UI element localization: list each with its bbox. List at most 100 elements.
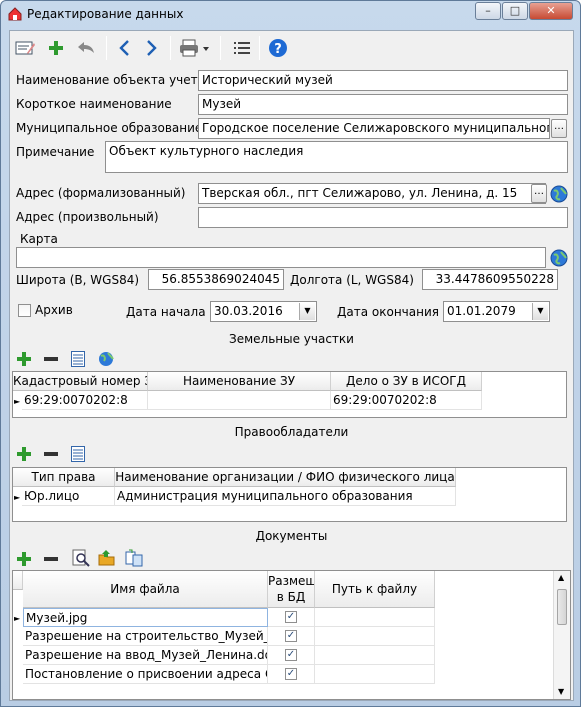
back-icon[interactable] xyxy=(113,37,135,59)
table-cell[interactable]: Разрешение на строительство_Музей_Лен xyxy=(23,627,268,646)
address-free-field[interactable] xyxy=(198,207,568,228)
table-cell[interactable]: Музей.jpg xyxy=(23,608,268,627)
window-title: Редактирование данных xyxy=(27,7,184,21)
row-pointer-icon: ► xyxy=(14,614,21,623)
address-label: Адрес (формализованный) xyxy=(16,186,186,200)
owners-section-title: Правообладатели xyxy=(234,425,349,439)
short-name-field[interactable]: Музей xyxy=(198,94,568,115)
list-icon[interactable] xyxy=(231,37,253,59)
documents-header-path[interactable]: Путь к файлу xyxy=(315,571,435,608)
municipal-label: Муниципальное образование xyxy=(16,121,203,135)
end-date-value: 01.01.2079 xyxy=(447,304,516,318)
table-cell[interactable]: 69:29:0070202:8 xyxy=(331,391,482,410)
archive-label: Архив xyxy=(35,303,73,317)
table-icon[interactable] xyxy=(70,351,86,367)
land-section-title: Земельные участки xyxy=(229,332,354,346)
address-free-label: Адрес (произвольный) xyxy=(16,210,159,224)
globe-icon[interactable] xyxy=(550,185,568,203)
open-folder-icon[interactable] xyxy=(98,549,116,567)
land-header-case[interactable]: Дело о ЗУ в ИСОГД xyxy=(331,372,482,391)
undo-icon[interactable] xyxy=(75,37,97,59)
longitude-field[interactable]: 33.4478609550228 xyxy=(422,269,558,290)
add-icon[interactable] xyxy=(16,446,32,462)
map-globe-icon[interactable] xyxy=(550,249,568,267)
print-icon[interactable] xyxy=(178,37,212,59)
note-label: Примечание xyxy=(16,145,95,159)
map-field[interactable] xyxy=(16,247,546,268)
scroll-up-icon[interactable]: ▲ xyxy=(558,573,564,582)
address-field[interactable]: Тверская обл., пгт Селижарово, ул. Ленин… xyxy=(198,183,546,204)
start-date-value: 30.03.2016 xyxy=(214,304,283,318)
short-name-label: Короткое наименование xyxy=(16,97,172,111)
table-icon[interactable] xyxy=(70,446,86,462)
longitude-label: Долгота (L, WGS84) xyxy=(290,273,414,287)
map-label: Карта xyxy=(20,232,58,246)
start-date-picker[interactable]: 30.03.2016 ▼ xyxy=(210,301,317,322)
row-pointer-icon: ► xyxy=(14,493,21,502)
owners-header-name[interactable]: Наименование организации / ФИО физическо… xyxy=(115,468,456,487)
end-date-picker[interactable]: 01.01.2079 ▼ xyxy=(443,301,550,322)
documents-header-in-db[interactable]: Размещен в БД xyxy=(268,571,315,608)
forward-icon[interactable] xyxy=(141,37,163,59)
preview-icon[interactable] xyxy=(72,549,90,567)
table-cell[interactable] xyxy=(315,646,435,665)
table-cell[interactable]: Администрация муниципального образования xyxy=(115,487,456,506)
table-cell[interactable] xyxy=(148,391,331,410)
help-icon[interactable]: ? xyxy=(267,37,289,59)
remove-icon[interactable] xyxy=(43,351,59,367)
table-cell[interactable] xyxy=(315,665,435,684)
documents-section-title: Документы xyxy=(255,529,328,543)
table-cell[interactable]: Юр.лицо xyxy=(22,487,115,506)
land-header-name[interactable]: Наименование ЗУ xyxy=(148,372,331,391)
table-cell[interactable]: Постановление о присвоении адреса ОКС xyxy=(23,665,268,684)
client-area: ? Наименование объекта учета Исторически… xyxy=(9,30,574,701)
scroll-down-icon[interactable]: ▼ xyxy=(558,687,564,696)
minimize-button[interactable]: – xyxy=(475,2,501,20)
documents-table: Имя файла Размещен в БД Путь к файлу ► М… xyxy=(12,570,571,700)
in-db-checkbox[interactable]: ✓ xyxy=(285,611,297,623)
table-cell[interactable] xyxy=(315,627,435,646)
chevron-down-icon[interactable]: ▼ xyxy=(532,303,548,320)
add-icon[interactable] xyxy=(16,551,32,567)
name-label: Наименование объекта учета xyxy=(16,73,205,87)
vertical-scrollbar[interactable]: ▲ ▼ xyxy=(553,571,570,699)
scrollbar-thumb[interactable] xyxy=(557,589,567,625)
add-icon[interactable] xyxy=(45,37,67,59)
documents-header-filename[interactable]: Имя файла xyxy=(23,571,268,608)
svg-text:?: ? xyxy=(274,42,282,57)
row-pointer-icon: ► xyxy=(14,397,21,406)
in-db-checkbox[interactable]: ✓ xyxy=(285,649,297,661)
latitude-label: Широта (B, WGS84) xyxy=(16,273,140,287)
table-cell[interactable]: Разрешение на ввод_Музей_Ленина.docx xyxy=(23,646,268,665)
land-header-cadastral[interactable]: Кадастровый номер ЗУ xyxy=(13,372,148,391)
app-icon xyxy=(7,6,23,22)
start-date-label: Дата начала xyxy=(126,305,206,319)
window: Редактирование данных – □ ✕ ? Наименован… xyxy=(0,0,581,707)
remove-icon[interactable] xyxy=(43,446,59,462)
remove-icon[interactable] xyxy=(43,551,59,567)
table-cell[interactable] xyxy=(315,608,435,627)
export-icon[interactable] xyxy=(125,549,143,567)
table-cell[interactable]: 69:29:0070202:8 xyxy=(22,391,148,410)
edit-icon[interactable] xyxy=(14,37,36,59)
land-table: Кадастровый номер ЗУ Наименование ЗУ Дел… xyxy=(12,371,567,418)
address-browse-button[interactable]: … xyxy=(531,184,547,203)
in-db-checkbox[interactable]: ✓ xyxy=(285,668,297,680)
close-button[interactable]: ✕ xyxy=(529,2,573,20)
latitude-field[interactable]: 56.8553869024045 xyxy=(148,269,284,290)
chevron-down-icon[interactable]: ▼ xyxy=(299,303,315,320)
owners-header-type[interactable]: Тип права xyxy=(13,468,115,487)
add-icon[interactable] xyxy=(16,351,32,367)
toolbar: ? xyxy=(10,31,573,65)
globe-icon[interactable] xyxy=(98,351,114,367)
name-field[interactable]: Исторический музей xyxy=(198,70,568,91)
note-field[interactable]: Объект культурного наследия xyxy=(105,141,568,173)
owners-table: Тип права Наименование организации / ФИО… xyxy=(12,467,567,522)
municipal-field[interactable]: Городское поселение Селижаровского муниц… xyxy=(198,118,550,139)
municipal-browse-button[interactable]: … xyxy=(551,119,567,138)
title-bar[interactable]: Редактирование данных – □ ✕ xyxy=(1,1,580,27)
end-date-label: Дата окончания xyxy=(337,305,439,319)
archive-checkbox[interactable] xyxy=(18,304,31,317)
maximize-button[interactable]: □ xyxy=(502,2,528,20)
in-db-checkbox[interactable]: ✓ xyxy=(285,630,297,642)
